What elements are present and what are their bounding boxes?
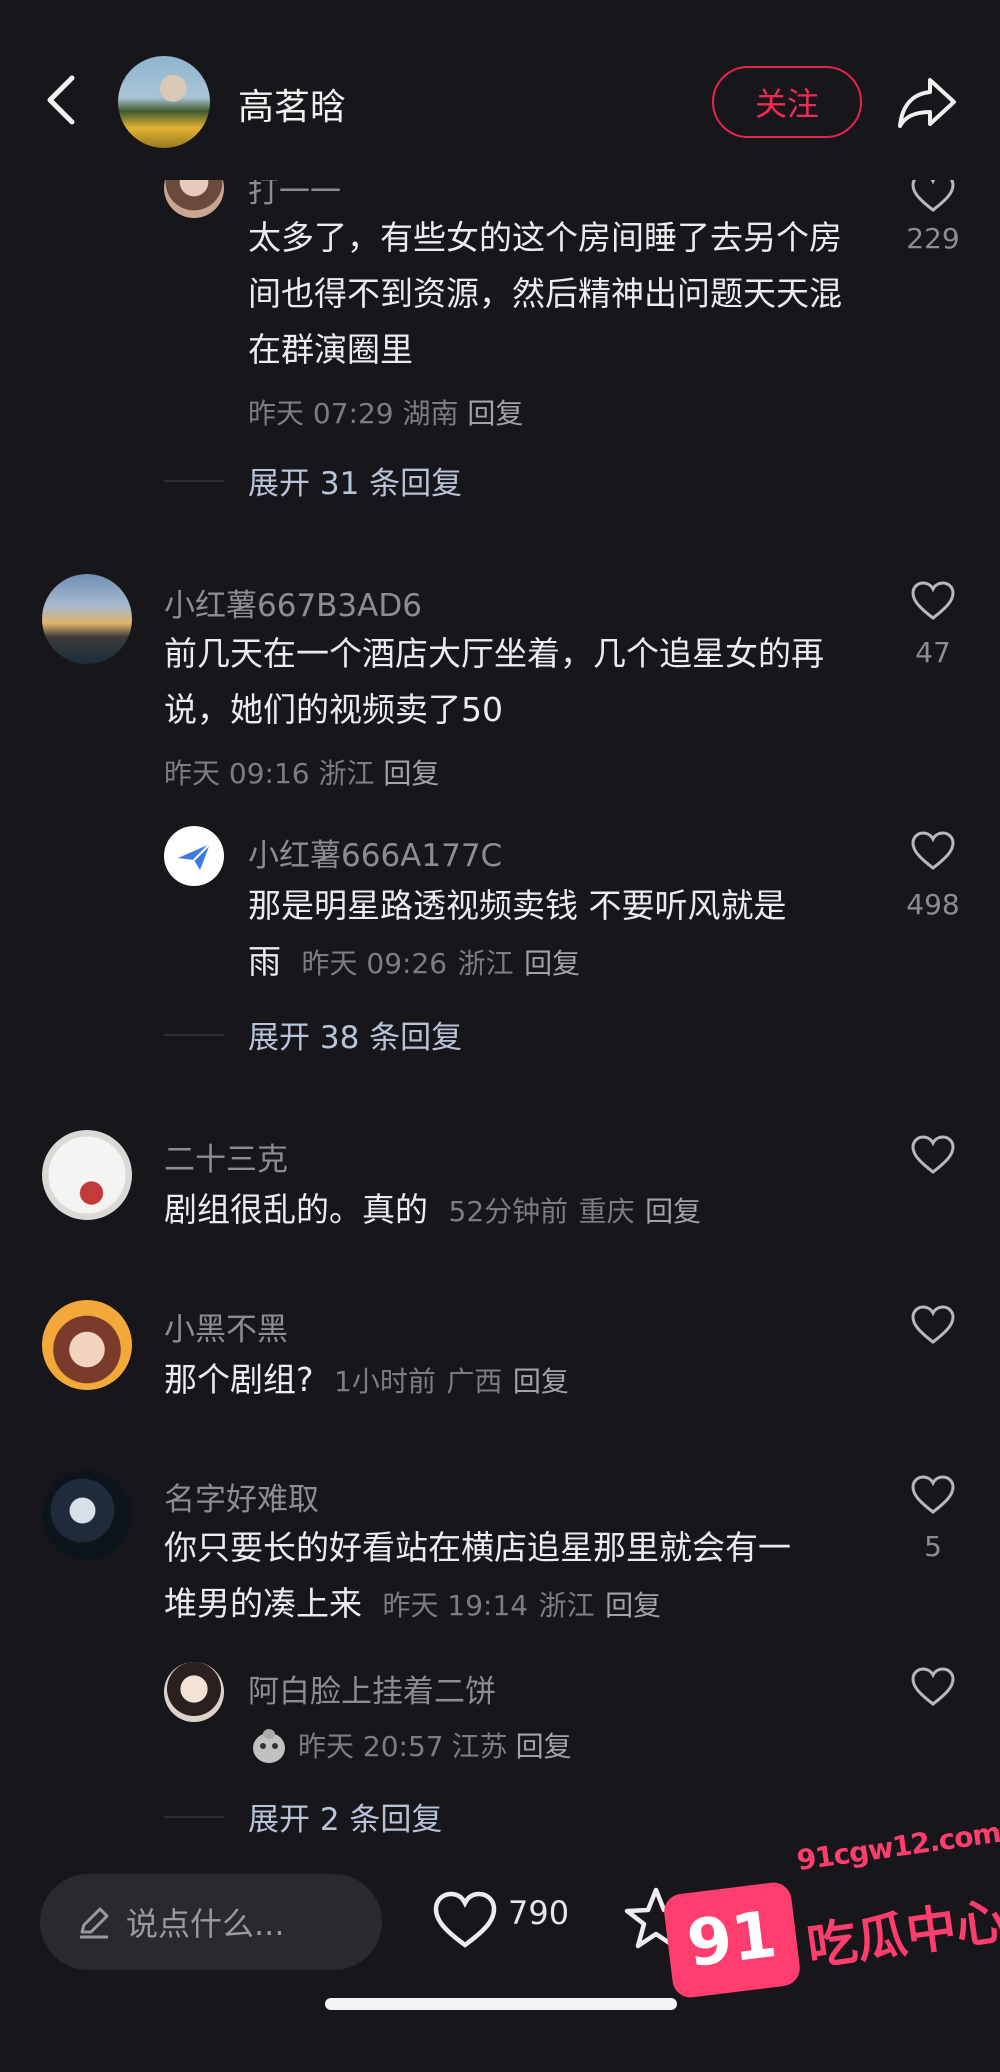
- comment-author[interactable]: 名字好难取: [164, 1474, 319, 1519]
- reply-button[interactable]: 回复: [645, 1195, 701, 1228]
- reply-button[interactable]: 回复: [516, 1725, 572, 1765]
- comment-time: 昨天 09:26: [301, 947, 448, 980]
- divider: [164, 480, 224, 482]
- like-count: 229: [906, 222, 960, 255]
- comment-text-line: 那个剧组? 1小时前 广西 回复: [164, 1352, 569, 1410]
- reply-button[interactable]: 回复: [383, 757, 439, 790]
- comment-meta: 昨天 07:29 湖南 回复: [248, 392, 523, 432]
- comment-text: 前几天在一个酒店大厅坐着，几个追星女的再说，她们的视频卖了50: [164, 634, 824, 729]
- comment-text: 太多了，有些女的这个房间睡了去另个房间也得不到资源，然后精神出问题天天混在群演圈…: [248, 218, 842, 369]
- watermark-title: 吃瓜中心: [803, 1891, 1000, 1977]
- expand-replies-button[interactable]: 展开 31 条回复: [248, 458, 462, 503]
- comment-time: 昨天 07:29: [248, 397, 394, 430]
- post-like-count: 790: [508, 1894, 570, 1932]
- comment-text: 那个剧组?: [164, 1360, 314, 1399]
- like-heart-icon[interactable]: [432, 1890, 498, 1950]
- comment-author[interactable]: 小红薯666A177C: [248, 830, 502, 875]
- input-placeholder: 说点什么...: [126, 1905, 285, 1943]
- comment-time: 昨天 09:16: [164, 757, 310, 790]
- comment-text-continued: 雨 昨天 09:26 浙江 回复: [248, 934, 580, 992]
- avatar[interactable]: [42, 574, 132, 664]
- user-name[interactable]: 高茗晗: [238, 78, 346, 130]
- comment-text: 剧组很乱的。真的: [164, 1190, 428, 1229]
- expand-replies-button[interactable]: 展开 38 条回复: [248, 1012, 462, 1057]
- avatar[interactable]: [42, 1300, 132, 1390]
- watermark-logo: 91cgw12.com 91 吃瓜中心: [662, 1816, 1000, 2040]
- like-heart-icon[interactable]: [910, 1134, 956, 1176]
- like-count: 5: [924, 1530, 942, 1563]
- pencil-icon: [76, 1904, 112, 1940]
- comment-time: 昨天 20:57: [298, 1730, 444, 1763]
- watermark-badge: 91: [662, 1880, 802, 2000]
- comment-text-continued: 堆男的凑上来 昨天 19:14 浙江 回复: [164, 1576, 661, 1634]
- comment-text-line: 剧组很乱的。真的 52分钟前 重庆 回复: [164, 1182, 701, 1240]
- comment-time: 52分钟前: [448, 1195, 569, 1228]
- watermark-url: 91cgw12.com: [794, 1815, 1000, 1878]
- reply-button[interactable]: 回复: [524, 947, 580, 980]
- avatar[interactable]: [42, 1130, 132, 1220]
- share-icon[interactable]: [896, 72, 958, 132]
- comment-location: 浙江: [318, 757, 375, 790]
- avatar[interactable]: [42, 1470, 132, 1560]
- comment-input[interactable]: 说点什么...: [40, 1874, 382, 1970]
- reply-button[interactable]: 回复: [513, 1365, 569, 1398]
- comment-text-tail: 雨: [248, 942, 281, 981]
- like-heart-icon[interactable]: [910, 580, 956, 622]
- avatar[interactable]: [164, 1662, 224, 1722]
- comment-location: 广西: [446, 1365, 503, 1398]
- comment-meta: 昨天 09:16 浙江 回复: [164, 752, 439, 792]
- comment-text: 那是明星路透视频卖钱 不要听风就是: [248, 886, 787, 925]
- like-heart-icon[interactable]: [910, 830, 956, 872]
- divider: [164, 1034, 224, 1036]
- comment-meta: 昨天 20:57 江苏 回复: [248, 1724, 572, 1766]
- header-bar: 高茗晗 关注: [0, 0, 1000, 180]
- comment-location: 重庆: [578, 1195, 635, 1228]
- comment-time: 1小时前: [334, 1365, 436, 1398]
- comment-time: 昨天 19:14: [382, 1589, 529, 1622]
- paper-plane-icon: [178, 843, 211, 870]
- comment-author[interactable]: 阿白脸上挂着二饼: [248, 1666, 496, 1711]
- reply-button[interactable]: 回复: [467, 397, 523, 430]
- sticker-emoji-icon: [248, 1724, 290, 1766]
- expand-replies-button[interactable]: 展开 2 条回复: [248, 1794, 442, 1839]
- comment-author[interactable]: 二十三克: [164, 1134, 288, 1179]
- back-arrow-icon[interactable]: [38, 70, 88, 130]
- comment-location: 浙江: [538, 1589, 595, 1622]
- like-heart-icon[interactable]: [910, 1474, 956, 1516]
- like-count: 498: [906, 888, 960, 921]
- avatar[interactable]: [164, 826, 224, 886]
- user-avatar[interactable]: [118, 56, 210, 148]
- like-count: 47: [915, 636, 951, 669]
- home-indicator[interactable]: [325, 1998, 677, 2010]
- comment-location: 浙江: [457, 947, 514, 980]
- divider: [164, 1816, 224, 1818]
- follow-button[interactable]: 关注: [712, 66, 862, 138]
- reply-button[interactable]: 回复: [605, 1589, 661, 1622]
- comment-text: 你只要长的好看站在横店追星那里就会有一: [164, 1528, 791, 1567]
- comment-location: 湖南: [402, 397, 459, 430]
- like-heart-icon[interactable]: [910, 1666, 956, 1708]
- comment-author[interactable]: 小红薯667B3AD6: [164, 580, 422, 625]
- like-heart-icon[interactable]: [910, 1304, 956, 1346]
- comment-text-tail: 堆男的凑上来: [164, 1584, 362, 1623]
- comment-location: 江苏: [451, 1730, 508, 1763]
- comment-author[interactable]: 小黑不黑: [164, 1304, 288, 1349]
